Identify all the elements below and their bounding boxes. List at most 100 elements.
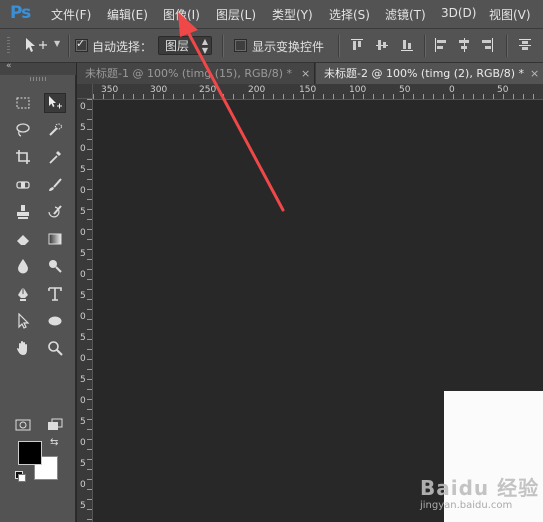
- quick-mask-button[interactable]: [12, 415, 34, 435]
- align-vcenter-icon[interactable]: [375, 37, 389, 53]
- bandage-icon: [16, 181, 30, 189]
- ruler-label: 0: [80, 354, 86, 364]
- ruler-label: 150: [299, 85, 317, 95]
- ellipse-tool[interactable]: [44, 311, 66, 331]
- options-separator: [222, 35, 224, 57]
- menu-3d[interactable]: 3D(D): [441, 6, 476, 20]
- auto-select-target-dropdown[interactable]: 图层 ▲ ▼: [158, 36, 212, 55]
- ruler-origin[interactable]: [77, 84, 93, 99]
- ruler-label: 5: [80, 249, 86, 259]
- menu-select[interactable]: 选择(S): [329, 6, 370, 23]
- blur-tool[interactable]: [12, 256, 34, 276]
- align-bottom-icon[interactable]: [400, 37, 414, 53]
- crop-tool[interactable]: [12, 147, 34, 167]
- chevron-down-icon: ▼: [54, 39, 61, 48]
- dodge-icon: [49, 260, 62, 273]
- hand-icon: [17, 341, 27, 355]
- options-separator: [68, 35, 70, 57]
- eraser-icon: [17, 235, 29, 245]
- distribute-top-icon[interactable]: [518, 37, 532, 53]
- zoom-icon: [48, 341, 63, 356]
- path-selection-tool[interactable]: [12, 311, 34, 331]
- hand-tool[interactable]: [12, 338, 34, 358]
- ruler-label: 100: [349, 85, 367, 95]
- menu-layer[interactable]: 图层(L): [216, 6, 256, 23]
- options-bar-grip[interactable]: [7, 37, 10, 55]
- menu-image[interactable]: 图像(I): [163, 6, 200, 23]
- blur-drop-icon: [18, 259, 28, 274]
- ruler-label: 5: [80, 207, 86, 217]
- menu-filter[interactable]: 滤镜(T): [385, 6, 426, 23]
- ruler-label: 0: [80, 396, 86, 406]
- type-tool[interactable]: [44, 284, 66, 304]
- pen-tool[interactable]: [12, 284, 34, 304]
- chevron-updown-icon: ▲ ▼: [201, 37, 208, 55]
- ruler-label: 5: [80, 375, 86, 385]
- screen-mode-button[interactable]: [44, 415, 66, 435]
- spot-healing-tool[interactable]: [12, 175, 34, 195]
- document-tab-1[interactable]: 未标题-1 @ 100% (timg (15), RGB/8) * ×: [77, 63, 315, 84]
- move-tool[interactable]: [44, 93, 66, 113]
- align-hcenter-icon[interactable]: [457, 37, 471, 53]
- dodge-tool[interactable]: [44, 256, 66, 276]
- lasso-icon: [16, 123, 30, 137]
- document-tab-2[interactable]: 未标题-2 @ 100% (timg (2), RGB/8) * ×: [316, 63, 543, 84]
- ruler-label: 50: [497, 85, 509, 95]
- crop-icon: [16, 150, 30, 164]
- eyedropper-icon: [49, 151, 61, 164]
- eyedropper-tool[interactable]: [44, 147, 66, 167]
- show-transform-checkbox[interactable]: [234, 39, 247, 52]
- align-left-icon[interactable]: [434, 37, 448, 53]
- collapse-icon[interactable]: «: [6, 61, 12, 71]
- quick-selection-icon: [49, 123, 62, 136]
- history-brush-tool[interactable]: [44, 202, 66, 222]
- watermark-logo: Baidu 经验: [420, 476, 540, 500]
- document-tab-bar: 未标题-1 @ 100% (timg (15), RGB/8) * × 未标题-…: [77, 63, 543, 84]
- gradient-tool[interactable]: [44, 229, 66, 249]
- rectangular-marquee-tool[interactable]: [12, 93, 34, 113]
- show-transform-label: 显示变换控件: [252, 40, 325, 54]
- menu-view[interactable]: 视图(V): [489, 6, 531, 23]
- tool-preset-picker[interactable]: ▼: [22, 36, 64, 56]
- auto-select-target-value: 图层: [165, 39, 190, 53]
- ruler-label: 0: [449, 85, 455, 95]
- ellipse-icon: [48, 316, 62, 326]
- lasso-tool[interactable]: [12, 120, 34, 140]
- brush-tool[interactable]: [44, 175, 66, 195]
- eraser-tool[interactable]: [12, 229, 34, 249]
- default-colors-icon[interactable]: [15, 471, 26, 482]
- ruler-label: 5: [80, 333, 86, 343]
- menu-edit[interactable]: 编辑(E): [107, 6, 148, 23]
- ruler-label: 50: [399, 85, 411, 95]
- zoom-tool[interactable]: [44, 338, 66, 358]
- stamp-icon: [17, 205, 29, 219]
- type-icon: [48, 287, 62, 301]
- ruler-label: 5: [80, 459, 86, 469]
- screen-mode-icon: [48, 418, 63, 430]
- ruler-label: 5: [80, 291, 86, 301]
- align-right-icon[interactable]: [480, 37, 494, 53]
- menu-type[interactable]: 类型(Y): [272, 6, 313, 23]
- close-icon[interactable]: ×: [301, 63, 310, 84]
- ruler-label: 0: [80, 480, 86, 490]
- toolbox-header: «: [0, 61, 76, 75]
- foreground-color-swatch[interactable]: [18, 441, 42, 465]
- document-tab-label: 未标题-2 @ 100% (timg (2), RGB/8) *: [324, 67, 525, 80]
- auto-select-label: 自动选择：: [92, 40, 153, 54]
- clone-stamp-tool[interactable]: [12, 202, 34, 222]
- toolbox-grip[interactable]: [30, 77, 48, 81]
- quick-mask-icon: [15, 419, 31, 431]
- quick-selection-tool[interactable]: [44, 120, 66, 140]
- swap-colors-icon[interactable]: ⇆: [50, 437, 58, 448]
- gradient-icon: [48, 233, 62, 245]
- move-icon: [49, 96, 62, 109]
- vertical-ruler[interactable]: 0 5 0 5 0 5 0 5 0 5 0 5 0 5 0 5 0 5 0 5: [77, 99, 93, 522]
- horizontal-ruler[interactable]: 350 300 250 200 150 100 50 0 50: [93, 84, 543, 100]
- menu-file[interactable]: 文件(F): [51, 6, 91, 23]
- history-brush-icon: [48, 205, 62, 218]
- align-top-icon[interactable]: [350, 37, 364, 53]
- close-icon[interactable]: ×: [530, 63, 539, 84]
- ruler-label: 5: [80, 165, 86, 175]
- auto-select-checkbox[interactable]: [75, 37, 88, 52]
- ruler-label: 5: [80, 123, 86, 133]
